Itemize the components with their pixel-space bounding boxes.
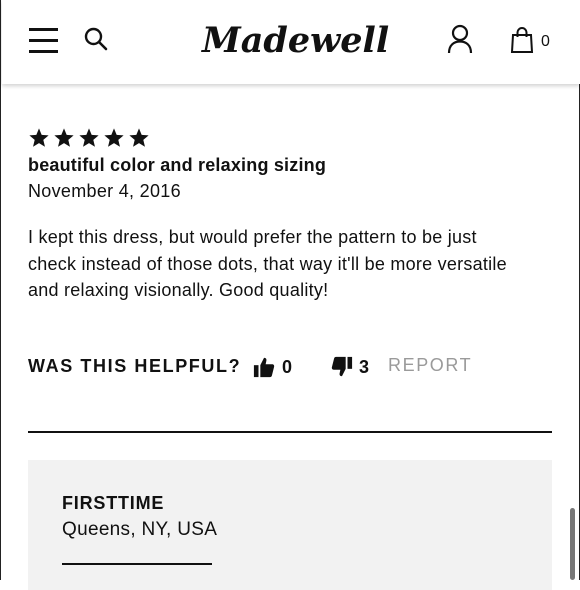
helpful-up-count: 0 <box>282 357 293 377</box>
star-icon <box>104 128 124 147</box>
card-rule <box>62 563 212 565</box>
review-body: I kept this dress, but would prefer the … <box>28 224 558 304</box>
star-icon <box>79 128 99 147</box>
site-header: Madewell 0 <box>2 0 580 84</box>
page-frame: Madewell 0 beautiful color and relaxing … <box>0 0 580 590</box>
thumbs-down-icon[interactable] <box>331 356 353 378</box>
helpful-down-count: 3 <box>359 357 370 377</box>
star-icon <box>54 128 74 147</box>
star-icon <box>129 128 149 147</box>
thumbs-up-icon[interactable] <box>253 356 275 378</box>
account-icon[interactable] <box>447 24 473 54</box>
review-body-line: and relaxing visionally. Good quality! <box>28 280 329 300</box>
bag-count: 0 <box>541 33 550 50</box>
reviewer-name: FIRSTTIME <box>62 493 165 513</box>
review-date: November 4, 2016 <box>28 181 181 201</box>
shopping-bag-icon[interactable] <box>510 27 534 53</box>
hamburger-icon[interactable] <box>29 28 58 53</box>
search-icon[interactable] <box>83 26 109 52</box>
review-title: beautiful color and relaxing sizing <box>28 155 327 175</box>
helpful-label: WAS THIS HELPFUL? <box>28 356 242 376</box>
logo-text: Madewell <box>202 20 390 61</box>
report-link[interactable]: REPORT <box>388 355 472 376</box>
review-body-line: I kept this dress, but would prefer the … <box>28 227 477 247</box>
scrollbar[interactable] <box>570 508 575 580</box>
review-body-line: check instead of those dots, that way it… <box>28 253 507 274</box>
review-divider <box>28 431 552 433</box>
star-icon <box>29 128 49 147</box>
madewell-logo[interactable]: Madewell <box>202 16 390 68</box>
reviewer-location: Queens, NY, USA <box>62 519 218 540</box>
next-review-card: FIRSTTIME Queens, NY, USA <box>28 460 552 590</box>
star-rating <box>28 127 150 149</box>
